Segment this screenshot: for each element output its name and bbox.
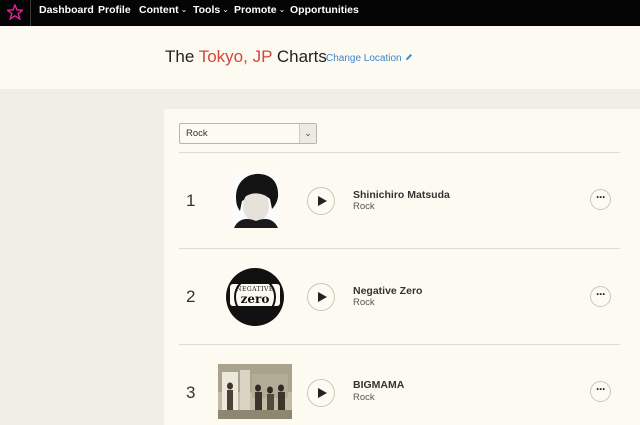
artist-thumbnail[interactable]: NEGATIVE zero: [224, 266, 286, 328]
title-suffix: Charts: [272, 47, 327, 66]
artist-genre: Rock: [353, 297, 375, 308]
artist-logo-text-main: zero: [240, 292, 270, 306]
chart-row: 2 NEGATIVE zero Negative Zero Rock ···: [164, 249, 640, 344]
chart-row: 1 Shinichiro Matsuda Rock ···: [164, 153, 640, 248]
chevron-down-icon: ⌄: [278, 5, 286, 14]
nav-dashboard[interactable]: Dashboard: [39, 3, 94, 19]
nav-opportunities-label: Opportunities: [290, 4, 359, 16]
page-title: The Tokyo, JP Charts: [165, 47, 327, 67]
logo[interactable]: [0, 0, 31, 26]
artist-thumbnail[interactable]: [218, 364, 292, 419]
charts-card: Rock ⌄ 1 Shinichiro Matsuda Rock ··· 2 N…: [164, 109, 640, 425]
more-options-button[interactable]: ···: [590, 381, 611, 402]
ellipsis-icon: ···: [596, 287, 606, 301]
nav-content-label: Content: [139, 4, 179, 16]
nav-promote-label: Promote: [234, 4, 277, 16]
artist-photo: [230, 173, 280, 228]
chart-rank: 2: [186, 287, 196, 306]
nav-opportunities[interactable]: Opportunities: [290, 3, 359, 19]
chevron-down-icon: ⌄: [299, 124, 316, 143]
change-location-link[interactable]: Change Location: [326, 53, 413, 64]
artist-name[interactable]: Negative Zero: [353, 285, 422, 297]
top-navigation: Dashboard Profile Content ⌄ Tools ⌄ Promot…: [0, 0, 640, 26]
artist-name[interactable]: BIGMAMA: [353, 379, 404, 391]
pencil-icon: [405, 53, 413, 64]
nav-promote[interactable]: Promote ⌄: [234, 3, 285, 19]
ellipsis-icon: ···: [596, 382, 606, 396]
nav-tools-label: Tools: [193, 4, 221, 16]
artist-genre: Rock: [353, 201, 375, 212]
nav-dashboard-label: Dashboard: [39, 4, 94, 16]
change-location-label: Change Location: [326, 53, 402, 64]
band-photo: [218, 364, 292, 419]
play-button[interactable]: [307, 379, 335, 407]
chevron-down-icon: ⌄: [180, 5, 188, 14]
nav-content[interactable]: Content ⌄: [139, 3, 187, 19]
page-header: The Tokyo, JP Charts Change Location: [0, 26, 640, 89]
title-prefix: The: [165, 47, 199, 66]
nav-profile-label: Profile: [98, 4, 131, 16]
play-button[interactable]: [307, 283, 335, 311]
ellipsis-icon: ···: [596, 190, 606, 204]
chart-row: 3 BIGMAMA Rock ···: [164, 345, 640, 425]
artist-name[interactable]: Shinichiro Matsuda: [353, 189, 450, 201]
nav-tools[interactable]: Tools ⌄: [193, 3, 229, 19]
more-options-button[interactable]: ···: [590, 286, 611, 307]
more-options-button[interactable]: ···: [590, 189, 611, 210]
chart-rank: 3: [186, 383, 196, 402]
genre-select[interactable]: Rock ⌄: [179, 123, 317, 144]
artist-genre: Rock: [353, 392, 375, 403]
title-location: Tokyo, JP: [198, 47, 273, 66]
chart-rank: 1: [186, 191, 196, 210]
artist-thumbnail[interactable]: [230, 173, 280, 228]
chevron-down-icon: ⌄: [222, 5, 229, 14]
play-button[interactable]: [307, 187, 335, 215]
genre-select-value: Rock: [186, 128, 208, 139]
star-logo-icon: [7, 4, 23, 20]
nav-profile[interactable]: Profile: [98, 3, 131, 19]
